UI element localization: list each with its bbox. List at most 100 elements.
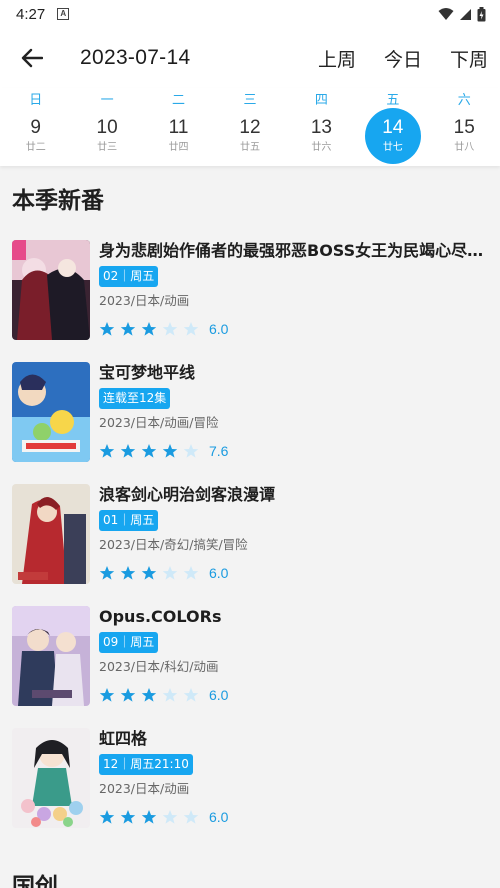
day-number: 12 [239,117,261,138]
rating-score: 6.0 [209,321,229,337]
episode-badge: 02｜周五 [99,266,159,287]
lunar-date: 廿三 [97,142,118,153]
episode-badge: 09｜周五 [99,632,159,653]
signal-icon [460,8,471,20]
notification-a-icon: A [57,8,70,20]
anime-item[interactable]: 身为悲剧始作俑者的最强邪恶BOSS女王为民竭心尽… 02｜周五 2023/日本/动画… [12,236,488,358]
day-10[interactable]: 一 10 廿三 [71,88,142,166]
day-number: 15 [453,117,475,138]
star-icon [120,566,136,580]
cover-image [12,240,90,340]
wifi-icon [438,8,454,20]
star-icon [183,566,199,580]
anime-meta: 2023/日本/动画/冒险 [99,415,219,430]
star-icon [162,566,178,580]
anime-info: 虹四格 12｜周五21:10 2023/日本/动画 6.0 [99,728,488,846]
anime-item[interactable]: 浪客剑心明治剑客浪漫谭 01｜周五 2023/日本/奇幻/搞笑/冒险 6.0 [12,480,488,602]
day-14[interactable]: 五 14 廿七 [357,88,428,166]
anime-meta: 2023/日本/科幻/动画 [99,659,219,674]
rating: 6.0 [99,564,488,582]
star-icon [99,688,115,702]
anime-meta: 2023/日本/动画 [99,781,190,796]
day-11[interactable]: 二 11 廿四 [143,88,214,166]
status-icons [438,6,486,22]
star-icon [141,566,157,580]
section-title-guochuang: 国创 [12,874,58,888]
status-time: 4:27 [16,5,46,23]
anime-item[interactable]: 虹四格 12｜周五21:10 2023/日本/动画 6.0 [12,724,488,846]
anime-info: 宝可梦地平线 连载至12集 2023/日本/动画/冒险 7.6 [99,362,488,480]
day-13[interactable]: 四 13 廿六 [286,88,357,166]
lunar-date: 廿四 [168,142,189,153]
star-icon [99,322,115,336]
day-number: 10 [96,117,118,138]
anime-title: Opus.COLORs [99,607,222,626]
anime-item[interactable]: 宝可梦地平线 连载至12集 2023/日本/动画/冒险 7.6 [12,358,488,480]
star-icon [162,688,178,702]
star-icon [120,322,136,336]
day-15[interactable]: 六 15 廿八 [429,88,500,166]
anime-info: Opus.COLORs 09｜周五 2023/日本/科幻/动画 6.0 [99,606,488,724]
star-icon [120,444,136,458]
day-circle: 13 廿六 [293,108,349,164]
anime-title: 宝可梦地平线 [99,363,196,382]
cover-image [12,362,90,462]
lunar-date: 廿五 [239,142,260,153]
star-icon [162,322,178,336]
star-icon [162,444,178,458]
star-icon [183,810,199,824]
cover-image [12,728,90,828]
day-number: 11 [168,117,189,138]
section-title-new-season: 本季新番 [12,188,104,214]
star-icon [141,322,157,336]
today-button[interactable]: 今日 [384,45,422,72]
current-date: 2023-07-14 [80,46,191,69]
anime-list: 身为悲剧始作俑者的最强邪恶BOSS女王为民竭心尽… 02｜周五 2023/日本/动画… [0,236,500,846]
anime-item[interactable]: Opus.COLORs 09｜周五 2023/日本/科幻/动画 6.0 [12,602,488,724]
lunar-date: 廿六 [311,142,332,153]
star-icon [162,810,178,824]
star-icon [120,810,136,824]
day-9[interactable]: 日 9 廿二 [0,88,71,166]
star-icon [183,688,199,702]
rating-score: 6.0 [209,809,229,825]
day-circle: 10 廿三 [79,108,135,164]
anime-title: 浪客剑心明治剑客浪漫谭 [99,485,276,504]
week-nav: 上周 今日 下周 [318,45,488,72]
star-icon [99,810,115,824]
cover-image [12,606,90,706]
anime-title: 虹四格 [99,729,148,748]
day-number: 13 [310,117,332,138]
rating: 6.0 [99,686,488,704]
day-circle: 11 廿四 [151,108,207,164]
day-number: 14 [382,117,404,138]
next-week-button[interactable]: 下周 [450,45,488,72]
day-circle: 9 廿二 [8,108,64,164]
rating-score: 6.0 [209,565,229,581]
status-bar: 4:27 A [0,0,500,28]
week-day-selector: 日 9 廿二一 10 廿三二 11 廿四三 12 廿五四 13 廿六五 14 廿七六 15 廿八 [0,88,500,166]
anime-info: 浪客剑心明治剑客浪漫谭 01｜周五 2023/日本/奇幻/搞笑/冒险 6.0 [99,484,488,602]
anime-meta: 2023/日本/奇幻/搞笑/冒险 [99,537,248,552]
star-icon [99,566,115,580]
lunar-date: 廿八 [454,142,475,153]
rating: 6.0 [99,808,488,826]
day-circle: 15 廿八 [436,108,492,164]
cover-image [12,484,90,584]
rating-score: 6.0 [209,687,229,703]
anime-meta: 2023/日本/动画 [99,293,190,308]
battery-icon [477,6,486,21]
star-icon [141,810,157,824]
day-12[interactable]: 三 12 廿五 [214,88,285,166]
rating-score: 7.6 [209,443,229,459]
back-arrow-icon[interactable] [18,44,46,72]
star-icon [141,688,157,702]
lunar-date: 廿二 [25,142,46,153]
anime-info: 身为悲剧始作俑者的最强邪恶BOSS女王为民竭心尽… 02｜周五 2023/日本/动画… [99,240,488,358]
star-icon [120,688,136,702]
app-bar: 2023-07-14 上周 今日 下周 [0,28,500,88]
previous-week-button[interactable]: 上周 [318,45,356,72]
day-circle: 14 廿七 [364,108,421,164]
star-icon [99,444,115,458]
star-icon [183,322,199,336]
